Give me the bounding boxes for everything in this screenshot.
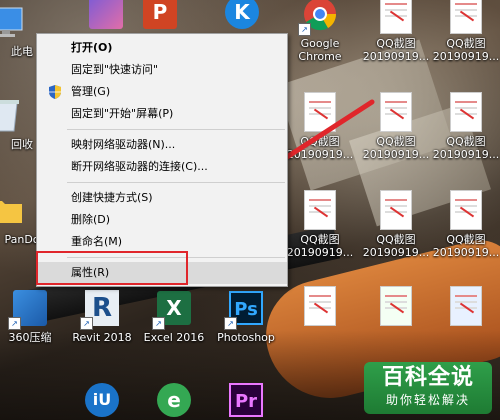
menu-item-create-shortcut[interactable]: 创建快捷方式(S) (37, 187, 287, 209)
menu-item-label: 管理(G) (71, 85, 111, 98)
shield-icon (47, 84, 63, 100)
menu-item-label: 固定到"开始"屏幕(P) (71, 107, 174, 120)
desktop: 此电 回收 PanDo P K ↗ Google Chrome QQ截图 201… (0, 0, 500, 420)
menu-item-pin-quick-access[interactable]: 固定到"快速访问" (37, 59, 287, 81)
menu-item-rename[interactable]: 重命名(M) (37, 231, 287, 253)
menu-item-open[interactable]: 打开(O) (37, 37, 287, 59)
menu-item-manage[interactable]: 管理(G) (37, 81, 287, 103)
menu-item-pin-start[interactable]: 固定到"开始"屏幕(P) (37, 103, 287, 125)
watermark-title: 百科全说 (381, 365, 474, 390)
watermark-subtitle: 助你轻松解决 (385, 393, 470, 407)
menu-item-label: 创建快捷方式(S) (71, 191, 153, 204)
menu-item-label: 映射网络驱动器(N)... (71, 138, 176, 151)
menu-separator (67, 129, 285, 130)
menu-item-label: 打开(O) (71, 41, 113, 54)
menu-item-label: 删除(D) (71, 213, 111, 226)
annotation-highlight-box (36, 251, 188, 285)
context-menu: 打开(O) 固定到"快速访问" 管理(G) 固定到"开始"屏幕(P) 映射网络驱… (36, 33, 288, 287)
menu-item-map-drive[interactable]: 映射网络驱动器(N)... (37, 134, 287, 156)
menu-item-delete[interactable]: 删除(D) (37, 209, 287, 231)
menu-item-label: 断开网络驱动器的连接(C)... (71, 160, 208, 173)
menu-item-disconnect-drive[interactable]: 断开网络驱动器的连接(C)... (37, 156, 287, 178)
menu-item-label: 重命名(M) (71, 235, 123, 248)
watermark-logo: 百科全说 助你轻松解决 (364, 362, 492, 414)
menu-item-label: 固定到"快速访问" (71, 63, 159, 76)
menu-separator (67, 182, 285, 183)
